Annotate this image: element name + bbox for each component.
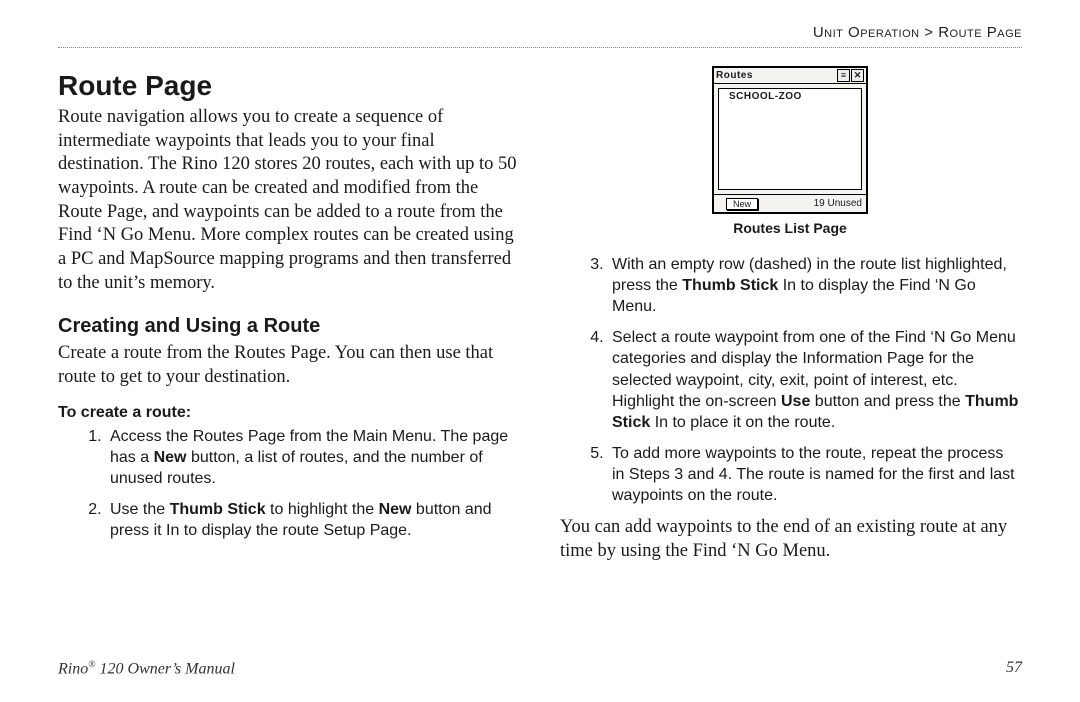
two-column-layout: Route Page Route navigation allows you t… — [58, 58, 1022, 570]
step-1: Access the Routes Page from the Main Men… — [106, 426, 518, 489]
footer-text: 120 Owner’s Manual — [96, 660, 235, 677]
figure: Routes ≡ ✕ SCHOOL-ZOO New 19 Unused Rout… — [560, 66, 1020, 236]
new-button: New — [726, 198, 758, 210]
step-5: To add more waypoints to the route, repe… — [608, 443, 1020, 506]
step-text: button and press the — [810, 393, 965, 410]
device-list-area: SCHOOL-ZOO — [714, 84, 866, 194]
page-title: Route Page — [58, 70, 518, 102]
step-2: Use the Thumb Stick to highlight the New… — [106, 499, 518, 541]
section-intro: Create a route from the Routes Page. You… — [58, 342, 518, 389]
bold-term: Use — [781, 393, 810, 410]
footer-text: Rino — [58, 660, 88, 677]
route-list-item: SCHOOL-ZOO — [729, 91, 802, 102]
page-number: 57 — [1006, 659, 1022, 678]
manual-page: Unit Operation > Route Page Route Page R… — [0, 0, 1080, 702]
figure-caption: Routes List Page — [560, 220, 1020, 236]
left-column: Route Page Route navigation allows you t… — [58, 58, 518, 570]
header-rule — [58, 47, 1022, 48]
right-column: Routes ≡ ✕ SCHOOL-ZOO New 19 Unused Rout… — [560, 58, 1020, 570]
intro-paragraph: Route navigation allows you to create a … — [58, 106, 518, 295]
breadcrumb: Unit Operation > Route Page — [58, 24, 1022, 47]
step-text: In to place it on the route. — [650, 414, 835, 431]
steps-list-right: With an empty row (dashed) in the route … — [560, 254, 1020, 506]
device-title-text: Routes — [716, 70, 836, 81]
closing-paragraph: You can add waypoints to the end of an e… — [560, 516, 1020, 563]
steps-list-left: Access the Routes Page from the Main Men… — [58, 426, 518, 542]
section-heading: Creating and Using a Route — [58, 315, 518, 338]
step-text: to highlight the — [266, 501, 379, 518]
step-text: Use the — [110, 501, 170, 518]
device-titlebar: Routes ≡ ✕ — [714, 68, 866, 84]
device-screenshot: Routes ≡ ✕ SCHOOL-ZOO New 19 Unused — [712, 66, 868, 214]
manual-title: Rino® 120 Owner’s Manual — [58, 659, 235, 678]
close-icon: ✕ — [851, 69, 864, 82]
menu-icon: ≡ — [837, 69, 850, 82]
procedure-heading: To create a route: — [58, 404, 518, 422]
page-footer: Rino® 120 Owner’s Manual 57 — [58, 659, 1022, 678]
bold-term: New — [154, 449, 187, 466]
step-4: Select a route waypoint from one of the … — [608, 327, 1020, 433]
registered-icon: ® — [88, 659, 95, 670]
unused-count: 19 Unused — [814, 198, 862, 209]
bold-term: Thumb Stick — [170, 501, 266, 518]
device-footer: New 19 Unused — [714, 194, 866, 212]
bold-term: New — [379, 501, 412, 518]
step-3: With an empty row (dashed) in the route … — [608, 254, 1020, 317]
bold-term: Thumb Stick — [682, 277, 778, 294]
